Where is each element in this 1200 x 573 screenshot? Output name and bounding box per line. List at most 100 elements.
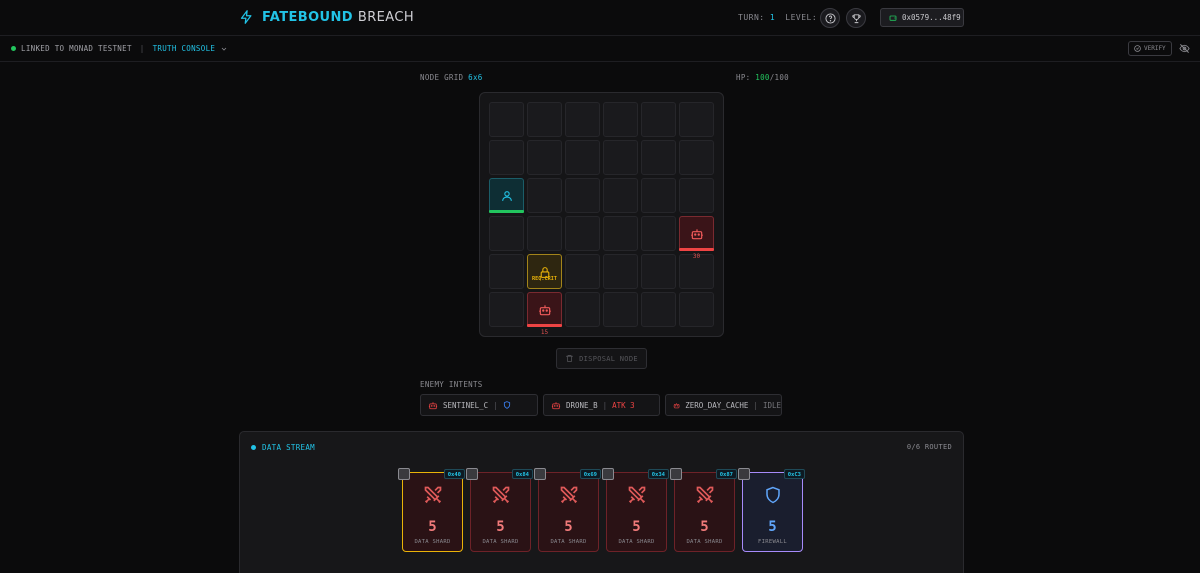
grid-cell[interactable] xyxy=(565,254,600,289)
robot-icon xyxy=(673,402,680,408)
data-shard-card[interactable]: 0x34 5 DATA SHARD xyxy=(602,468,669,552)
card-hex-tag: 0xC3 xyxy=(783,469,805,479)
card-select-checkbox[interactable] xyxy=(398,468,410,480)
grid-cell[interactable] xyxy=(489,292,524,327)
player-node[interactable] xyxy=(489,178,524,213)
card-name: DATA SHARD xyxy=(414,539,451,545)
crossed-swords-icon xyxy=(560,486,577,504)
enemy-icon xyxy=(690,227,704,240)
grid-cell[interactable] xyxy=(565,102,600,137)
grid-cell[interactable] xyxy=(527,140,562,175)
intent-zero-day-cache[interactable]: ZERO_DAY_CACHE | IDLE xyxy=(665,394,782,416)
grid-cell[interactable] xyxy=(641,216,676,251)
grid-cell[interactable] xyxy=(679,102,714,137)
grid-cell[interactable] xyxy=(603,178,638,213)
node-grid: REQ:CRIT 30 15 xyxy=(479,92,724,337)
enemy-node[interactable] xyxy=(527,292,562,327)
network-status: LINKED TO MONAD TESTNET | TRUTH CONSOLE xyxy=(11,44,228,53)
brand-secondary: BREACH xyxy=(357,9,415,25)
intent-drone[interactable]: DRONE_B | ATK 3 xyxy=(543,394,660,416)
grid-cell[interactable] xyxy=(641,254,676,289)
chevron-down-icon[interactable] xyxy=(220,45,228,53)
verify-button[interactable]: VERIFY xyxy=(1128,41,1172,56)
grid-cell[interactable] xyxy=(679,140,714,175)
shield-icon xyxy=(503,401,510,409)
grid-cell[interactable] xyxy=(641,140,676,175)
grid-label-text: NODE GRID xyxy=(420,73,464,82)
brand-primary: FATEBOUND xyxy=(262,9,353,25)
intent-action: IDLE xyxy=(762,400,781,410)
card-select-checkbox[interactable] xyxy=(602,468,614,480)
card-value: 5 xyxy=(768,519,777,535)
enemy-health-bar xyxy=(679,248,714,251)
grid-cell[interactable] xyxy=(565,216,600,251)
grid-cell[interactable] xyxy=(489,216,524,251)
grid-cell[interactable] xyxy=(603,254,638,289)
level-label: LEVEL: xyxy=(785,13,818,22)
firewall-card[interactable]: 0xC3 5 FIREWALL xyxy=(738,468,805,552)
card-select-checkbox[interactable] xyxy=(670,468,682,480)
crossed-swords-icon xyxy=(628,486,645,504)
enemy-intents-title: ENEMY INTENTS xyxy=(420,380,483,389)
grid-cell[interactable] xyxy=(489,254,524,289)
intent-action: ATK 3 xyxy=(612,400,635,410)
wallet-icon xyxy=(889,15,897,21)
card-hex-tag: 0x84 xyxy=(511,469,533,479)
grid-cell[interactable] xyxy=(641,292,676,327)
data-shard-card[interactable]: 0x84 5 DATA SHARD xyxy=(466,468,533,552)
player-icon xyxy=(500,189,513,202)
grid-cell[interactable] xyxy=(565,140,600,175)
grid-cell[interactable] xyxy=(641,178,676,213)
card-hex-tag: 0x40 xyxy=(443,469,465,479)
network-label: LINKED TO MONAD TESTNET xyxy=(21,44,132,53)
grid-cell[interactable] xyxy=(489,140,524,175)
grid-cell[interactable] xyxy=(527,102,562,137)
grid-size: 6x6 xyxy=(468,73,483,82)
card-select-checkbox[interactable] xyxy=(466,468,478,480)
enemy-node[interactable] xyxy=(679,216,714,251)
crossed-swords-icon xyxy=(696,486,713,504)
card-value: 5 xyxy=(564,519,573,535)
wallet-button[interactable]: 0x0579...48f9 xyxy=(880,8,964,27)
card-hex-tag: 0x34 xyxy=(647,469,669,479)
data-shard-card[interactable]: 0x87 5 DATA SHARD xyxy=(670,468,737,552)
grid-cell[interactable] xyxy=(641,102,676,137)
locked-node[interactable]: REQ:CRIT xyxy=(527,254,562,289)
crossed-swords-icon xyxy=(492,486,509,504)
card-value: 5 xyxy=(700,519,709,535)
grid-cell[interactable] xyxy=(603,292,638,327)
turn-level-stats: TURN: 1 LEVEL: 1 xyxy=(738,13,828,22)
intent-sentinel[interactable]: SENTINEL_C | xyxy=(420,394,538,416)
grid-cell[interactable] xyxy=(527,216,562,251)
routed-count: 0/6 ROUTED xyxy=(906,443,952,451)
truth-console-toggle[interactable]: TRUTH CONSOLE xyxy=(153,44,216,53)
card-icon xyxy=(627,485,647,505)
disposal-node-button[interactable]: DISPOSAL NODE xyxy=(556,348,647,369)
player-hp: HP: 100/100 xyxy=(736,73,789,82)
enemy-icon xyxy=(538,303,552,316)
card-value: 5 xyxy=(632,519,641,535)
grid-cell[interactable] xyxy=(489,102,524,137)
data-shard-card[interactable]: 0x40 5 DATA SHARD xyxy=(398,468,465,552)
grid-label: NODE GRID 6x6 xyxy=(420,73,483,82)
eye-off-icon[interactable] xyxy=(1179,43,1190,54)
stream-title-text: DATA STREAM xyxy=(262,443,315,452)
card-name: DATA SHARD xyxy=(618,539,655,545)
card-select-checkbox[interactable] xyxy=(534,468,546,480)
grid-cell[interactable] xyxy=(603,140,638,175)
help-icon xyxy=(824,12,836,24)
card-icon xyxy=(491,485,511,505)
grid-cell[interactable] xyxy=(679,178,714,213)
card-select-checkbox[interactable] xyxy=(738,468,750,480)
grid-cell[interactable] xyxy=(603,216,638,251)
grid-cell[interactable] xyxy=(679,292,714,327)
grid-cell[interactable] xyxy=(565,292,600,327)
hp-current: 100 xyxy=(755,73,770,82)
help-button[interactable] xyxy=(820,8,840,28)
leaderboard-button[interactable] xyxy=(846,8,866,28)
brand-logo[interactable]: FATEBOUND BREACH xyxy=(239,9,414,25)
grid-cell[interactable] xyxy=(603,102,638,137)
grid-cell[interactable] xyxy=(527,178,562,213)
data-shard-card[interactable]: 0x69 5 DATA SHARD xyxy=(534,468,601,552)
grid-cell[interactable] xyxy=(565,178,600,213)
